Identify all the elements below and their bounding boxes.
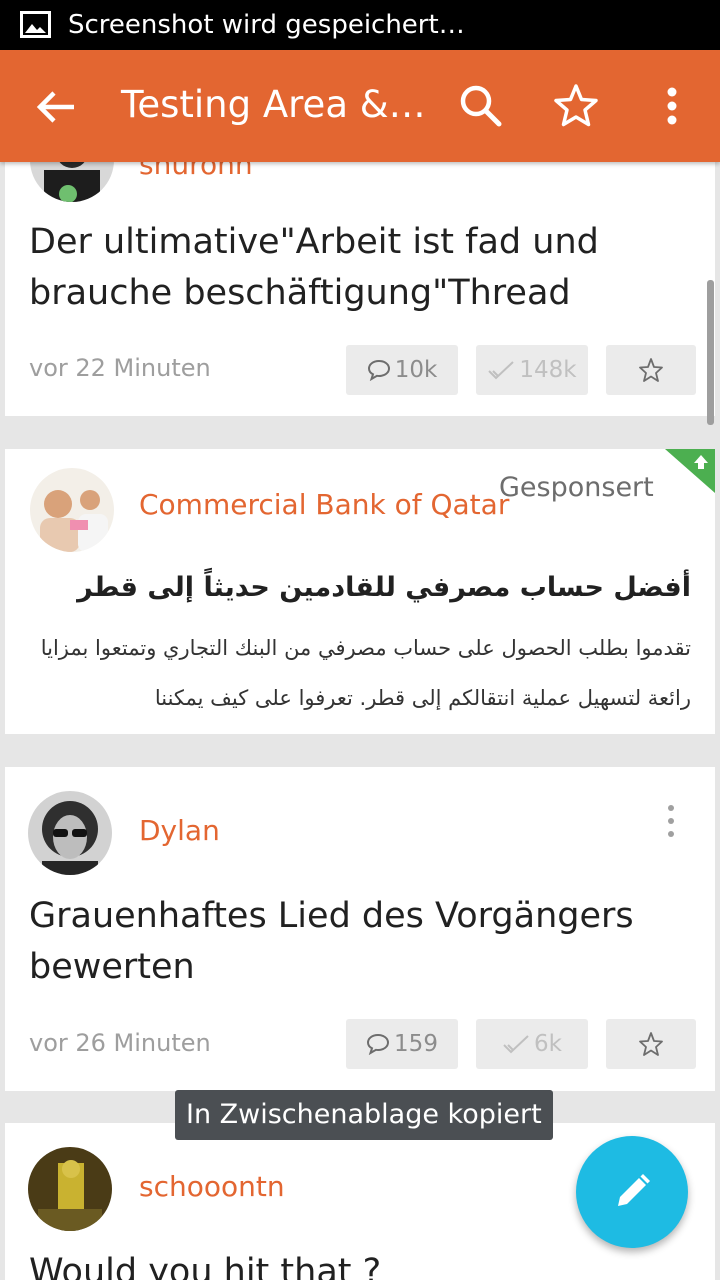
comments-button[interactable]: 159 — [346, 1019, 458, 1069]
avatar[interactable] — [28, 1147, 112, 1231]
author-name[interactable]: Dylan — [139, 814, 220, 848]
pencil-icon — [618, 1174, 650, 1206]
comment-count: 159 — [394, 1031, 438, 1057]
avatar[interactable] — [28, 791, 112, 875]
star-outline-icon — [639, 358, 663, 382]
star-outline-icon — [639, 1032, 663, 1056]
status-text: Screenshot wird gespeichert… — [68, 10, 465, 40]
sponsored-card[interactable]: Commercial Bank of Qatar Gesponsert أفضل… — [5, 449, 715, 734]
post-title[interactable]: Grauenhaftes Lied des Vorgängers bewerte… — [29, 891, 689, 993]
post-title[interactable]: Der ultimative"Arbeit ist fad und brauch… — [29, 217, 689, 319]
page-title: Testing Area &… — [121, 83, 426, 126]
like-count: 148k — [519, 357, 577, 383]
post-time: vor 26 Minuten — [29, 1029, 211, 1057]
like-count: 6k — [534, 1031, 562, 1057]
star-outline-icon[interactable] — [550, 80, 602, 132]
like-button[interactable]: 6k — [476, 1019, 588, 1069]
post-card[interactable]: shurohh Der ultimative"Arbeit ist fad un… — [5, 118, 715, 416]
image-icon — [20, 11, 51, 38]
post-time: vor 22 Minuten — [29, 354, 211, 382]
advertiser-avatar[interactable] — [30, 468, 114, 552]
comment-icon — [367, 1033, 390, 1055]
scrollbar[interactable] — [707, 280, 714, 425]
favorite-button[interactable] — [606, 1019, 696, 1069]
comments-button[interactable]: 10k — [346, 345, 458, 395]
advertiser-name[interactable]: Commercial Bank of Qatar — [139, 488, 509, 522]
more-vert-icon[interactable] — [650, 80, 694, 132]
post-title[interactable]: Would you hit that ? — [29, 1247, 689, 1280]
author-name[interactable]: schooontn — [139, 1170, 285, 1204]
ad-title[interactable]: أفضل حساب مصرفي للقادمين حديثاً إلى قطر — [31, 569, 691, 607]
check-icon — [488, 361, 515, 380]
status-bar: Screenshot wird gespeichert… — [0, 0, 720, 50]
comment-count: 10k — [394, 357, 438, 383]
check-icon — [503, 1035, 529, 1054]
promoted-arrow-icon — [665, 449, 715, 493]
app-bar: Testing Area &… — [0, 50, 720, 162]
more-vert-icon[interactable] — [661, 803, 681, 839]
search-icon[interactable] — [455, 80, 507, 132]
sponsored-badge: Gesponsert — [499, 472, 654, 503]
favorite-button[interactable] — [606, 345, 696, 395]
comment-icon — [367, 359, 390, 381]
like-button[interactable]: 148k — [476, 345, 588, 395]
arrow-back-icon[interactable] — [30, 84, 82, 130]
compose-button[interactable] — [576, 1136, 688, 1248]
ad-body[interactable]: تقدموا بطلب الحصول على حساب مصرفي من الب… — [19, 623, 691, 723]
post-card[interactable]: Dylan Grauenhaftes Lied des Vorgängers b… — [5, 767, 715, 1091]
toast-message: In Zwischenablage kopiert — [175, 1090, 553, 1140]
